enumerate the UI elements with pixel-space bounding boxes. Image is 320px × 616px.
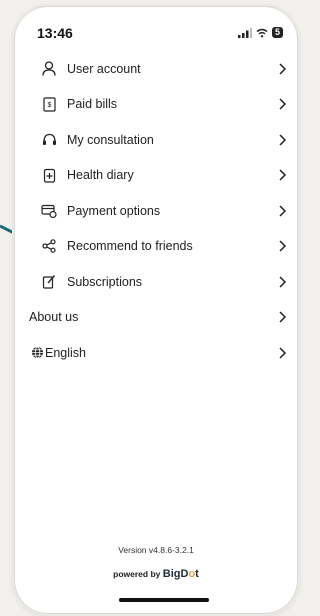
chevron-right-icon bbox=[279, 347, 287, 359]
bigdot-logo: BigDot bbox=[162, 568, 199, 580]
battery-icon: 5 bbox=[271, 27, 283, 38]
menu-item-paid-bills[interactable]: $ Paid bills bbox=[15, 87, 297, 123]
powered-by-text: powered by bbox=[113, 569, 161, 579]
menu-item-recommend-to-friends[interactable]: Recommend to friends bbox=[15, 229, 297, 265]
phone-screen: 13:46 5 User account $ Paid bills My con… bbox=[14, 6, 298, 614]
menu-item-label: User account bbox=[67, 61, 141, 76]
chevron-right-icon bbox=[279, 134, 287, 146]
chevron-right-icon bbox=[279, 311, 287, 323]
subscription-icon bbox=[41, 274, 57, 290]
svg-text:$: $ bbox=[47, 102, 51, 109]
chevron-right-icon bbox=[279, 205, 287, 217]
chevron-right-icon bbox=[279, 169, 287, 181]
receipt-icon: $ bbox=[41, 96, 57, 112]
menu-item-label: English bbox=[45, 345, 86, 360]
share-icon bbox=[41, 238, 57, 254]
menu-item-label: Payment options bbox=[67, 203, 161, 218]
card-icon bbox=[41, 203, 57, 219]
app-version: Version v4.8.6-3.2.1 bbox=[118, 545, 194, 555]
menu-item-my-consultation[interactable]: My consultation bbox=[15, 122, 297, 158]
user-icon bbox=[41, 61, 57, 77]
powered-by: powered by BigDot bbox=[15, 568, 297, 580]
menu-item-label: Paid bills bbox=[67, 97, 118, 112]
chevron-right-icon bbox=[279, 63, 287, 75]
menu-item-label: My consultation bbox=[67, 132, 154, 147]
diary-icon bbox=[41, 167, 57, 183]
status-bar: 13:46 5 bbox=[15, 23, 297, 43]
menu-item-payment-options[interactable]: Payment options bbox=[15, 193, 297, 229]
menu-item-label: Recommend to friends bbox=[67, 239, 193, 254]
status-time: 13:46 bbox=[37, 25, 73, 41]
menu-item-about-us[interactable]: About us bbox=[15, 300, 297, 336]
settings-menu: User account $ Paid bills My consultatio… bbox=[15, 51, 297, 371]
menu-item-label: Subscriptions bbox=[67, 274, 143, 289]
chevron-right-icon bbox=[279, 240, 287, 252]
headset-icon bbox=[41, 132, 57, 148]
globe-icon bbox=[29, 345, 45, 361]
menu-item-user-account[interactable]: User account bbox=[15, 51, 297, 87]
menu-item-health-diary[interactable]: Health diary bbox=[15, 158, 297, 194]
menu-item-label: About us bbox=[29, 310, 79, 325]
status-icons: 5 bbox=[237, 27, 283, 38]
chevron-right-icon bbox=[279, 276, 287, 288]
signal-icon bbox=[237, 27, 252, 38]
chevron-right-icon bbox=[279, 98, 287, 110]
menu-item-label: Health diary bbox=[67, 168, 134, 183]
wifi-icon bbox=[256, 28, 268, 37]
menu-item-subscriptions[interactable]: Subscriptions bbox=[15, 264, 297, 300]
home-indicator bbox=[119, 598, 209, 602]
menu-item-language[interactable]: English bbox=[15, 335, 297, 371]
